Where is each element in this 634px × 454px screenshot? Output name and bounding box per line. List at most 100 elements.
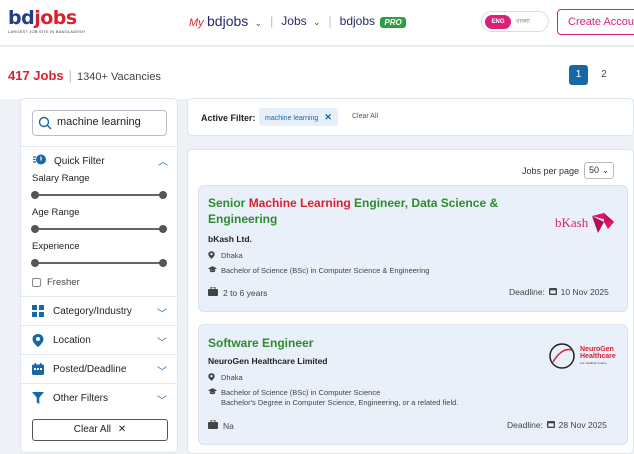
clear-active-filters-link[interactable]: Clear All [352,113,378,120]
deadline-date: 28 Nov 2025 [558,420,607,430]
logo-jobs-text: jobs [34,7,77,29]
salary-max-handle[interactable] [159,191,167,199]
experience-min-handle[interactable] [31,259,39,267]
page-2-button[interactable]: 2 [597,65,611,85]
age-range-slider[interactable] [31,225,167,233]
nav-my-label: bdjobs [207,13,249,29]
job-title-part: Senior [208,196,249,210]
top-header: bdjobs LARGEST JOB SITE IN BANGLADESH My… [0,0,634,46]
nav-my-bdjobs[interactable]: My bdjobs ⌄ [189,13,262,29]
job-experience: 2 to 6 years [208,286,268,298]
salary-range-slider[interactable] [31,191,167,199]
graduation-cap-icon [208,266,217,277]
job-deadline: Deadline: 10 Nov 2025 [509,287,609,297]
chevron-down-icon: ⌄ [313,17,321,27]
filter-category-industry[interactable]: Category/Industry ﹀ [21,296,177,324]
neurogen-logo: NeuroGen Healthcare For Healthier Future [548,342,616,370]
filter-location[interactable]: Location ﹀ [21,325,177,353]
calendar-icon [547,420,557,430]
results-count: 417 Jobs | 1340+ Vacancies [8,68,161,83]
nav-jobs[interactable]: Jobs ⌄ [281,14,320,28]
education-text: Bachelor's Degree in Computer Science, E… [221,398,459,407]
grid-icon [32,305,44,320]
calendar-icon [32,363,44,378]
filter-other[interactable]: Other Filters ﹀ [21,383,177,411]
filter-posted-deadline[interactable]: Posted/Deadline ﹀ [21,354,177,382]
bkash-logo-text: bKash [555,215,589,230]
logo-tagline: LARGEST JOB SITE IN BANGLADESH [8,29,86,34]
clear-all-filters-button[interactable]: Clear All ✕ [32,419,168,441]
filter-label: Other Filters [53,393,109,404]
age-min-handle[interactable] [31,225,39,233]
chevron-up-icon[interactable]: ︿ [158,153,168,168]
nav-jobs-label: Jobs [281,14,307,28]
search-input[interactable] [57,116,165,128]
filter-label: Category/Industry [53,306,132,317]
sidebar-divider [21,146,177,147]
salary-range-label: Salary Range [32,173,90,184]
nav-bdjobs-pro[interactable]: bdjobs PRO [340,14,406,28]
active-filter-label: Active Filter: [201,113,256,123]
nav-my-prefix: My [189,17,204,29]
experience-max-handle[interactable] [159,259,167,267]
pro-badge: PRO [380,17,406,28]
quick-filter-header[interactable]: Quick Filter [33,154,105,168]
job-title-part: Engineer, Data Science & [350,196,499,210]
page-1-button[interactable]: 1 [569,65,588,85]
age-range-label: Age Range [32,207,80,218]
calendar-icon [549,287,559,297]
checkbox-box[interactable] [32,278,41,287]
close-icon: ✕ [117,424,127,435]
language-toggle[interactable]: ENG বাংলা [481,11,549,32]
clear-all-label: Clear All [73,424,112,435]
experience-label: Experience [32,241,80,252]
job-card[interactable]: Senior Machine Learning Engineer, Data S… [198,185,628,312]
neurogen-logo-text: Healthcare [580,353,616,360]
chevron-down-icon: ﹀ [157,367,167,378]
funnel-icon [32,392,44,407]
nav-separator: | [270,14,274,28]
search-icon [38,116,52,135]
create-account-button[interactable]: Create Account [557,9,634,35]
salary-min-handle[interactable] [31,191,39,199]
filter-label: Location [53,335,91,346]
deadline-date: 10 Nov 2025 [560,287,609,297]
active-filter-chip[interactable]: machine learning ✕ [259,108,338,126]
lang-eng-option[interactable]: ENG [485,15,511,29]
experience-text: Na [223,420,234,431]
close-icon[interactable]: ✕ [324,112,332,122]
location-text: Dhaka [221,251,243,260]
chevron-down-icon: ⌄ [601,165,610,175]
lang-bangla-option[interactable]: বাংলা [516,16,530,27]
job-location: Dhaka [208,251,243,263]
job-location: Dhaka [208,373,243,385]
bdjobs-logo[interactable]: bdjobs LARGEST JOB SITE IN BANGLADESH [8,8,85,34]
job-title[interactable]: Senior Machine Learning Engineer, Data S… [208,195,498,227]
job-card[interactable]: Software Engineer NeuroGen Healthcare Li… [198,324,628,445]
nav-pro-label: bdjobs [339,14,376,28]
chevron-down-icon: ﹀ [157,338,167,349]
bkash-logo: bKash [555,212,616,234]
results-summary-bar: 417 Jobs | 1340+ Vacancies 1 2 [0,47,634,99]
chevron-down-icon: ⌄ [254,18,263,28]
location-pin-icon [32,334,44,350]
graduation-cap-icon [208,388,217,399]
job-title-highlight: Machine Learning [248,196,351,210]
per-page-select[interactable]: 50 ⌄ [584,162,615,179]
neurogen-logo-tagline: For Healthier Future [580,361,607,365]
job-education: Bachelor of Science (BSc) in Computer Sc… [208,266,429,277]
neurogen-logo-text: NeuroGen [580,346,614,353]
job-education: Bachelor of Science (BSc) in Computer Sc… [208,388,458,408]
experience-slider[interactable] [31,259,167,267]
job-title[interactable]: Software Engineer [208,335,313,351]
company-name[interactable]: NeuroGen Healthcare Limited [208,356,328,366]
logo-bd-text: bd [8,7,35,29]
job-experience: Na [208,419,234,431]
fresher-checkbox[interactable]: Fresher [32,277,80,288]
age-max-handle[interactable] [159,225,167,233]
job-deadline: Deadline: 28 Nov 2025 [507,420,607,430]
keyword-search-box[interactable] [32,110,167,136]
experience-text: 2 to 6 years [223,287,268,298]
fresher-label: Fresher [47,277,80,288]
company-name[interactable]: bKash Ltd. [208,234,252,244]
